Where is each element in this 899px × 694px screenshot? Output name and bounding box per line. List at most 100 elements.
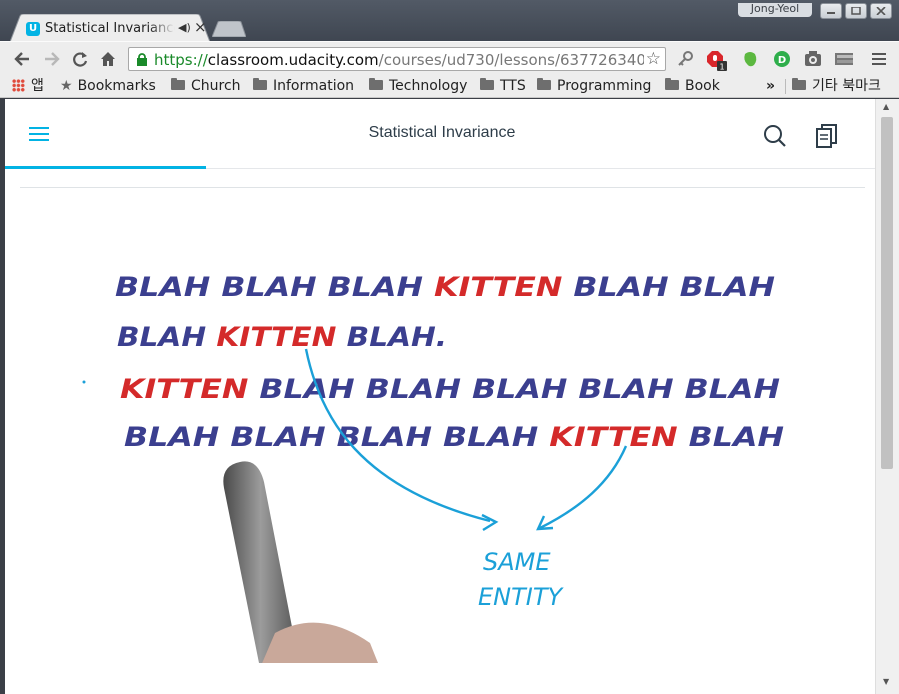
arrow-left-head <box>481 513 499 532</box>
scroll-up-arrow-icon[interactable]: ▲ <box>883 102 889 111</box>
bookmarks-divider <box>785 79 786 94</box>
lesson-video[interactable]: BLAH BLAH BLAH KITTEN BLAH BLAH BLAH KITT… <box>20 187 865 663</box>
maximize-button[interactable] <box>845 3 867 19</box>
notes-icon[interactable] <box>815 123 839 149</box>
bookmark-item-programming[interactable]: Programming <box>537 77 651 96</box>
key-extension-icon[interactable] <box>676 50 694 68</box>
dictionary-extension-icon[interactable] <box>835 50 853 68</box>
video-frame: BLAH BLAH BLAH KITTEN BLAH BLAHBLAH KITT… <box>82 272 784 611</box>
bookmark-star-icon[interactable]: ☆ <box>646 49 661 69</box>
word-blah: BLAH <box>678 422 785 453</box>
bookmark-item-technology[interactable]: Technology <box>369 77 467 96</box>
url-host: classroom.udacity.com <box>207 51 379 69</box>
word-kitten: KITTEN <box>538 422 678 453</box>
scrollbar-thumb[interactable] <box>881 117 893 469</box>
page-scrollbar[interactable]: ▲ ▼ <box>875 99 899 694</box>
bookmark-item-tts[interactable]: TTS <box>480 77 526 96</box>
page-title: Statistical Invariance <box>368 124 516 141</box>
word-blah: BLAH <box>124 422 220 453</box>
board-line: BLAH BLAH BLAH BLAH KITTEN BLAH <box>124 422 784 453</box>
arrow-right-curve <box>539 445 628 530</box>
word-blah: BLAH <box>115 272 211 303</box>
word-blah: BLAH <box>567 374 674 405</box>
evernote-extension-icon[interactable] <box>741 50 759 68</box>
folder-icon <box>480 78 494 90</box>
window-titlebar: U Statistical Invariance ◀) × Jong-Yeol <box>0 0 899 42</box>
home-icon[interactable] <box>98 49 118 69</box>
word-blah: BLAH <box>248 374 355 405</box>
folder-icon <box>253 78 267 90</box>
star-icon: ★ <box>60 78 73 94</box>
board-line: BLAH BLAH BLAH KITTEN BLAH BLAH <box>115 272 775 303</box>
bookmarks-bar: 앱 ★ Bookmarks Church Information Technolo… <box>0 75 899 98</box>
bookmark-item-church[interactable]: Church <box>171 77 241 96</box>
board-line: KITTEN BLAH BLAH BLAH BLAH BLAH <box>120 374 780 405</box>
folder-icon <box>369 78 383 90</box>
word-blah: BLAH <box>432 422 539 453</box>
classroom-header: Statistical Invariance <box>5 99 879 169</box>
word-blah: BLAH <box>219 422 326 453</box>
folder-icon <box>171 78 185 90</box>
word-kitten: KITTEN <box>206 322 337 353</box>
bookmark-label: 기타 북마크 <box>812 78 881 94</box>
extension-badge-count: 1 <box>719 63 724 72</box>
tab-title: Statistical Invariance <box>45 21 175 36</box>
search-icon[interactable] <box>763 124 787 148</box>
bookmark-apps-label: 앱 <box>31 78 44 94</box>
back-arrow-icon[interactable] <box>12 49 32 69</box>
bookmark-apps[interactable]: 앱 <box>12 77 44 96</box>
page-content: Statistical Invariance BLAH BLAH BLAH KI… <box>5 99 879 694</box>
camera-extension-icon[interactable] <box>804 50 822 68</box>
url-text[interactable]: https://classroom.udacity.com/courses/ud… <box>154 50 644 70</box>
bookmark-item-information[interactable]: Information <box>253 77 354 96</box>
board-line: BLAH KITTEN BLAH. <box>117 322 447 353</box>
scroll-down-arrow-icon[interactable]: ▼ <box>883 677 889 686</box>
new-tab-button[interactable] <box>212 21 246 37</box>
lock-icon <box>137 53 147 66</box>
reload-icon[interactable] <box>70 49 90 69</box>
udacity-logo-icon: U <box>26 22 40 36</box>
word-blah: BLAH <box>210 272 317 303</box>
adblock-extension-icon[interactable]: 1 <box>706 50 727 72</box>
folder-icon <box>665 78 679 90</box>
bookmark-item-other[interactable]: 기타 북마크 <box>792 77 881 96</box>
bookmark-label: Bookmarks <box>77 78 156 94</box>
bookmark-label: Book <box>685 78 720 94</box>
forward-arrow-icon[interactable] <box>42 49 62 69</box>
minimize-button[interactable] <box>820 3 842 19</box>
close-window-button[interactable] <box>870 3 892 19</box>
browser-tab[interactable]: U Statistical Invariance ◀) × <box>10 14 210 42</box>
bookmark-item-bookmarks[interactable]: ★ Bookmarks <box>60 77 156 96</box>
bookmark-item-book[interactable]: Book <box>665 77 720 96</box>
folder-icon <box>792 78 806 90</box>
word-blah: BLAH <box>674 374 781 405</box>
bookmarks-overflow-chevron[interactable]: » <box>766 77 775 96</box>
close-tab-icon[interactable]: × <box>194 19 207 35</box>
folder-icon <box>537 78 551 90</box>
bookmark-label: Information <box>273 78 355 94</box>
browser-toolbar: https://classroom.udacity.com/courses/ud… <box>0 41 899 75</box>
address-bar[interactable]: https://classroom.udacity.com/courses/ud… <box>128 47 666 71</box>
word-kitten: KITTEN <box>120 374 249 405</box>
caption-same: SAME <box>483 548 551 576</box>
caption-entity: ENTITY <box>478 583 565 611</box>
word-blah: BLAH. <box>336 322 447 353</box>
word-blah: BLAH <box>355 374 462 405</box>
svg-text:D: D <box>778 55 786 66</box>
word-blah: BLAH <box>117 322 207 353</box>
apps-grid-icon <box>12 79 25 92</box>
minimize-icon <box>827 12 835 14</box>
d-extension-icon[interactable]: D <box>773 50 791 68</box>
lesson-progress-bar <box>5 166 206 169</box>
chrome-menu-icon[interactable] <box>872 53 886 68</box>
word-blah: BLAH <box>317 272 424 303</box>
bookmark-label: Church <box>191 78 241 94</box>
word-kitten: KITTEN <box>423 272 563 303</box>
maximize-icon <box>851 7 861 15</box>
bookmark-label: Programming <box>557 78 652 94</box>
bookmark-label: Technology <box>389 78 468 94</box>
url-scheme: https:// <box>154 51 208 69</box>
profile-name[interactable]: Jong-Yeol <box>738 3 812 17</box>
word-blah: BLAH <box>669 272 776 303</box>
speaker-icon[interactable]: ◀) <box>178 21 191 34</box>
